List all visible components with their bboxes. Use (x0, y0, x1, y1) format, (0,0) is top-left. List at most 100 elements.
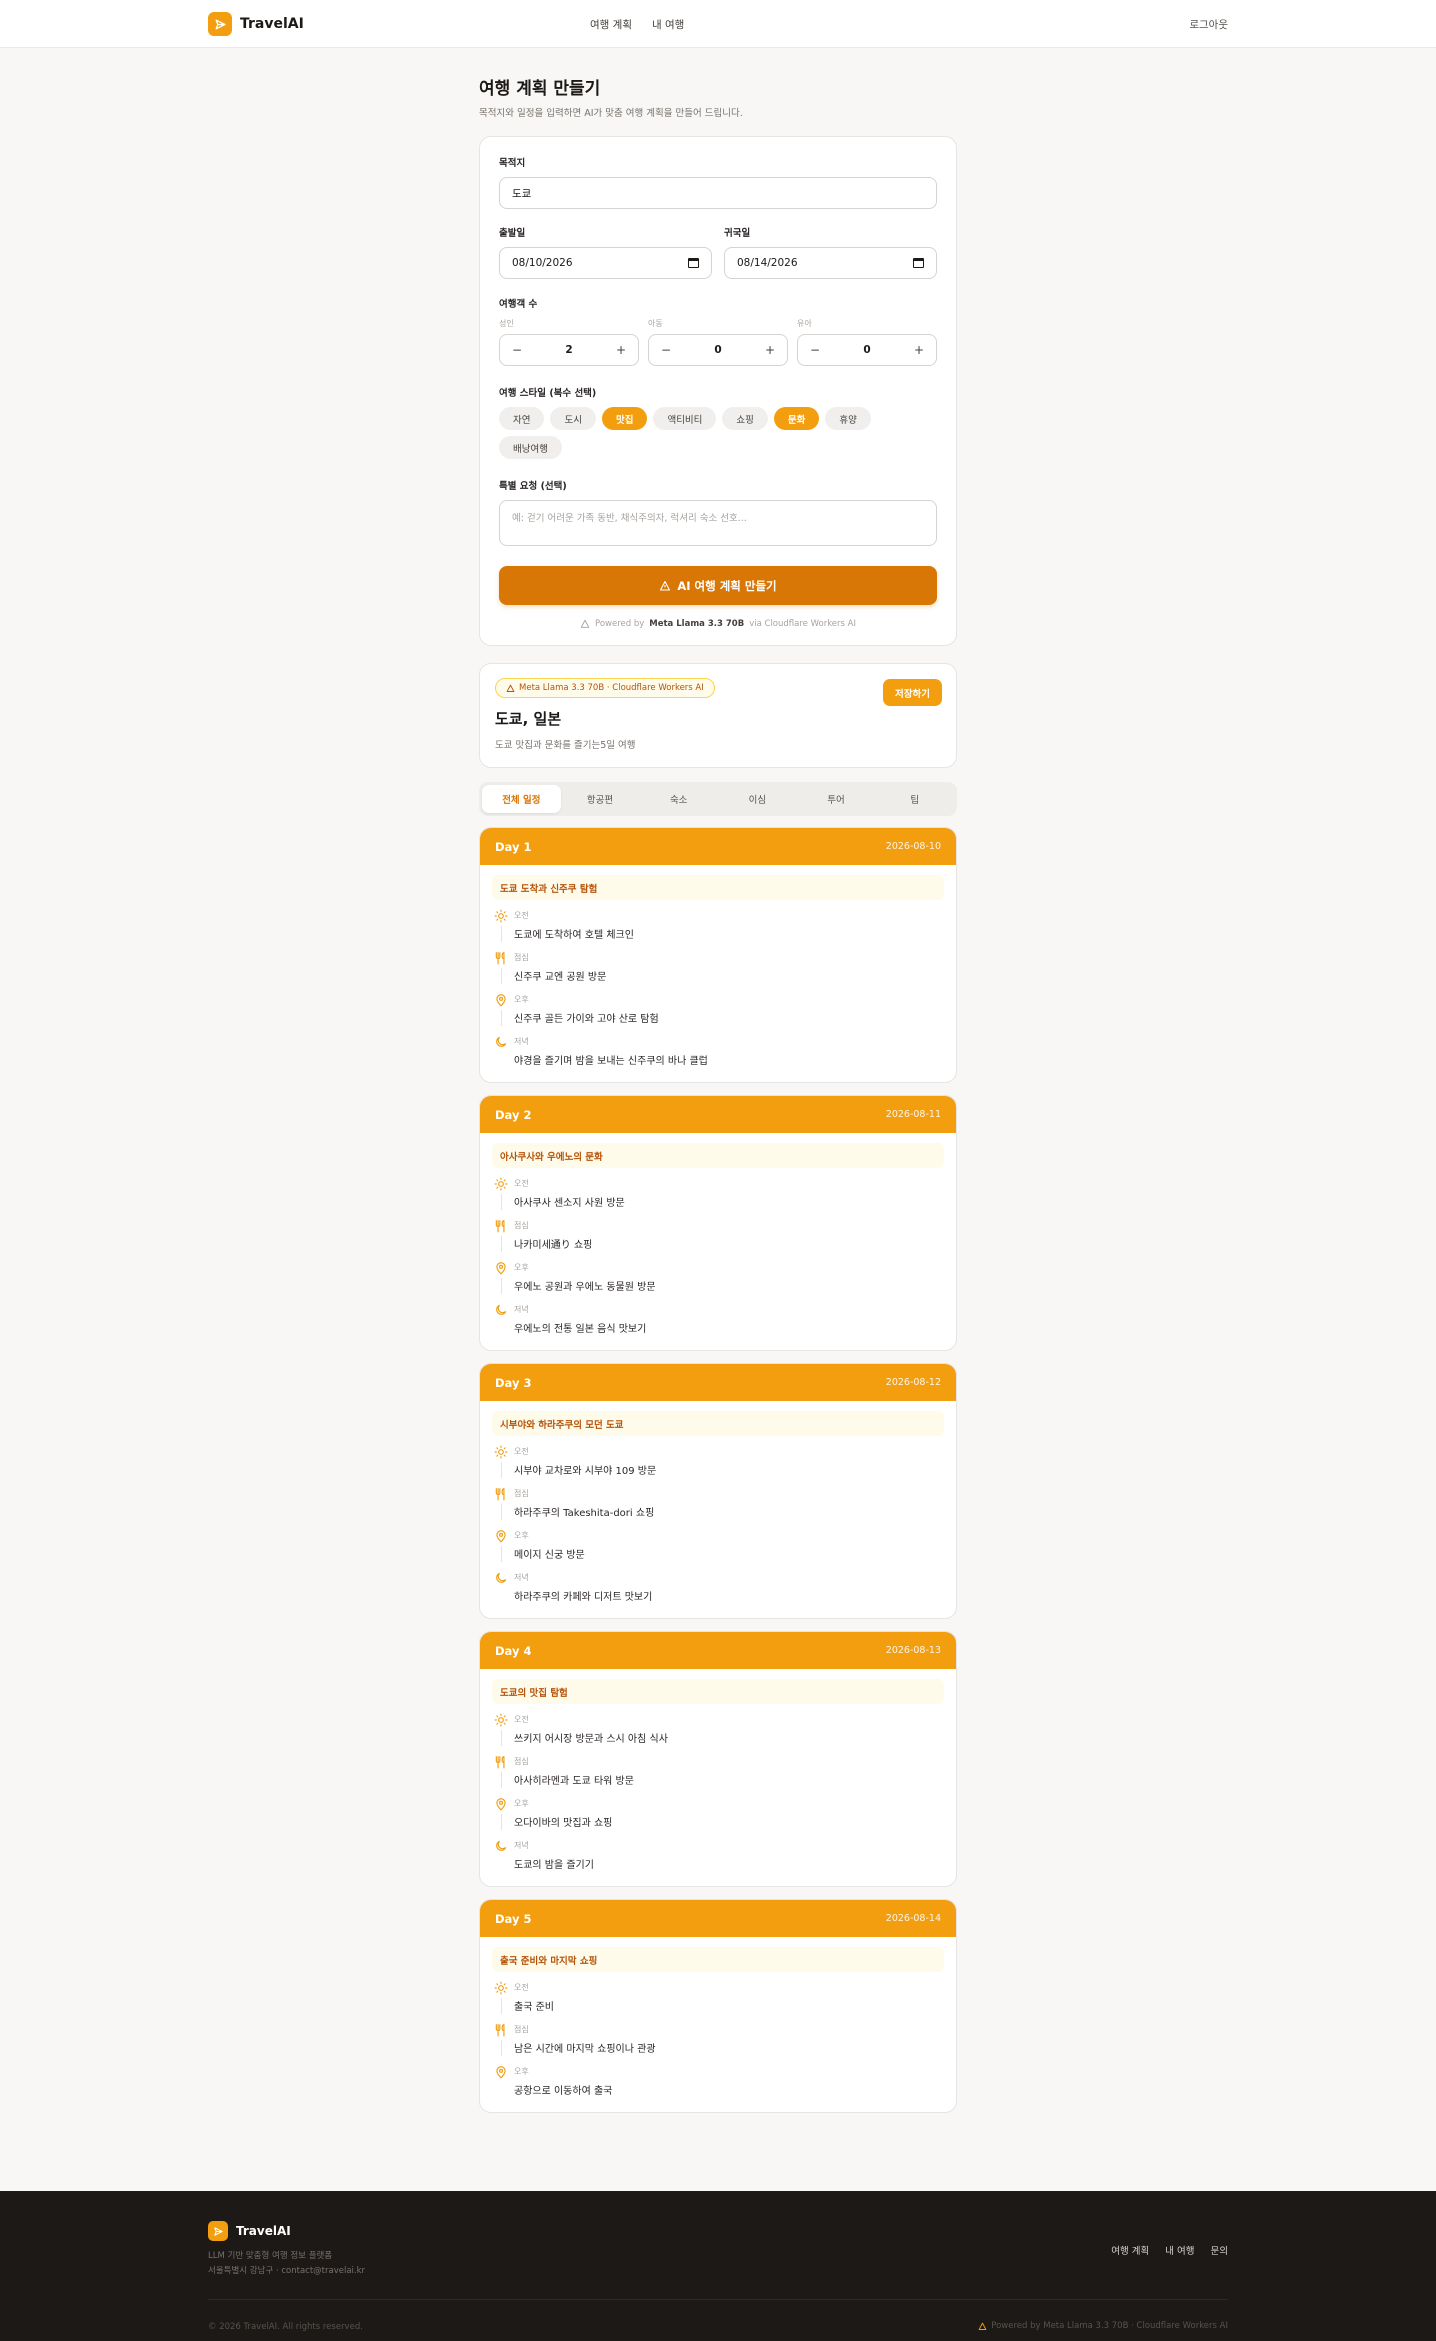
tab-2[interactable]: 숙소 (639, 785, 718, 813)
timeline-line (500, 1010, 502, 1026)
day-card: Day 2 2026-08-11 아사쿠사와 우에노의 문화 오전 아사쿠사 센소지 사… (479, 1095, 957, 1351)
brand-logo[interactable]: TravelAI (208, 12, 304, 36)
itinerary-slot: 오후 오다이바의 맛집과 쇼핑 (492, 1797, 944, 1830)
slot-text: 도쿄의 밤을 즐기기 (514, 1860, 594, 1871)
tab-5[interactable]: 팁 (875, 785, 954, 813)
day-theme: 도쿄의 맛집 탐험 (492, 1679, 944, 1704)
day-header: Day 2 2026-08-11 (480, 1096, 956, 1133)
timeline-line (500, 1194, 502, 1210)
top-navbar: TravelAI 여행 계획 내 여행 로그아웃 (0, 0, 1436, 48)
timeline-line (500, 1546, 502, 1562)
footer-link-plan[interactable]: 여행 계획 (1111, 2243, 1149, 2257)
itinerary-slot: 오후 우에노 공원과 우에노 동물원 방문 (492, 1261, 944, 1294)
day-label: Day 4 (495, 1643, 532, 1658)
children-value: 0 (714, 344, 722, 356)
utensils-icon (494, 1487, 508, 1501)
style-chip[interactable]: 쇼핑 (722, 407, 768, 430)
decrement-button[interactable]: − (660, 343, 672, 357)
generate-plan-label: AI 여행 계획 만들기 (677, 578, 777, 593)
itinerary-slot: 오후공항으로 이동하여 출국 (492, 2065, 944, 2098)
itinerary-slot: 점심 신주쿠 교엔 공원 방문 (492, 951, 944, 984)
style-chip[interactable]: 휴양 (825, 407, 871, 430)
increment-button[interactable]: + (615, 343, 627, 357)
moon-icon (494, 1571, 508, 1585)
map-pin-icon (494, 1797, 508, 1811)
generate-plan-button[interactable]: AI 여행 계획 만들기 (499, 566, 937, 605)
paper-plane-icon (208, 12, 232, 36)
day-date: 2026-08-11 (885, 1109, 941, 1120)
slot-time: 오후 (514, 995, 529, 1004)
destination-description: 도쿄 맛집과 문화를 즐기는5일 여행 (495, 740, 636, 751)
style-chip[interactable]: 문화 (773, 407, 820, 430)
depart-date-input[interactable]: 08/10/2026 (499, 247, 712, 279)
slot-time: 저녁 (514, 1573, 529, 1582)
ai-icon (978, 2322, 987, 2330)
day-header: Day 1 2026-08-10 (480, 828, 956, 865)
increment-button[interactable]: + (913, 343, 925, 357)
itinerary-slot: 오후 메이지 신궁 방문 (492, 1529, 944, 1562)
day-theme: 시부야와 하라주쿠의 모던 도쿄 (492, 1411, 944, 1436)
special-request-label: 특별 요청 (선택) (499, 481, 567, 492)
footer-link-contact[interactable]: 문의 (1211, 2243, 1228, 2257)
sun-icon (494, 1445, 508, 1459)
slot-time: 점심 (514, 1221, 529, 1230)
sparkle-icon (660, 580, 671, 591)
slot-text: 공항으로 이동하여 출국 (514, 2086, 613, 2097)
moon-icon (494, 1035, 508, 1049)
footer-powered: Powered by Meta Llama 3.3 70B · Cloudfla… (978, 2321, 1228, 2331)
day-date: 2026-08-14 (885, 1913, 941, 1924)
nav-link-my-trips[interactable]: 내 여행 (652, 17, 684, 32)
sun-icon (494, 909, 508, 923)
trip-form-card: 목적지 도쿄 출발일 08/10/2026 귀국일 08/14/2026 여행객… (479, 136, 957, 646)
result-tabs: 전체 일정 항공편 숙소 이심 투어 팁 (479, 782, 957, 816)
travel-style-chips: 자연 도시 맛집 액티비티 쇼핑 문화 휴양배낭여행 (499, 407, 937, 459)
slot-time: 오후 (514, 1263, 529, 1272)
style-chip[interactable]: 맛집 (601, 407, 648, 430)
slot-time: 오후 (514, 2067, 529, 2076)
infants-stepper: − 0 + (797, 334, 937, 366)
style-chip[interactable]: 도시 (550, 407, 596, 430)
tab-1[interactable]: 항공편 (561, 785, 640, 813)
slot-text: 출국 준비 (514, 2002, 554, 2013)
itinerary-slot: 점심 나카미세通り 쇼핑 (492, 1219, 944, 1252)
footer-brand[interactable]: TravelAI (208, 2221, 291, 2241)
nav-link-plan[interactable]: 여행 계획 (590, 17, 632, 32)
utensils-icon (494, 1219, 508, 1233)
style-chip[interactable]: 배낭여행 (499, 436, 562, 459)
save-button[interactable]: 저장하기 (883, 679, 942, 706)
slot-text: 남은 시간에 마지막 쇼핑이나 관광 (514, 2044, 656, 2055)
tab-0[interactable]: 전체 일정 (482, 785, 561, 813)
utensils-icon (494, 951, 508, 965)
calendar-icon[interactable] (688, 258, 699, 268)
special-request-textarea[interactable]: 예: 걷기 어려운 가족 동반, 채식주의자, 럭셔리 숙소 선호... (499, 500, 937, 546)
timeline-line (500, 1730, 502, 1746)
moon-icon (494, 1303, 508, 1317)
decrement-button[interactable]: − (809, 343, 821, 357)
utensils-icon (494, 2023, 508, 2037)
increment-button[interactable]: + (764, 343, 776, 357)
destination-label: 목적지 (499, 158, 526, 169)
return-date-input[interactable]: 08/14/2026 (724, 247, 937, 279)
slot-text: 신주쿠 교엔 공원 방문 (514, 972, 607, 983)
itinerary-slot: 점심 남은 시간에 마지막 쇼핑이나 관광 (492, 2023, 944, 2056)
footer-divider (208, 2299, 1228, 2300)
powered-prefix: Powered by (595, 619, 645, 629)
day-label: Day 2 (495, 1107, 532, 1122)
style-chip[interactable]: 액티비티 (653, 407, 717, 430)
tab-3[interactable]: 이심 (718, 785, 797, 813)
decrement-button[interactable]: − (511, 343, 523, 357)
slot-text: 야경을 즐기며 밤을 보내는 신주쿠의 바나 클럽 (514, 1056, 708, 1067)
slot-time: 오전 (514, 911, 529, 920)
adults-stepper: − 2 + (499, 334, 639, 366)
model-badge-text: Meta Llama 3.3 70B · Cloudflare Workers … (519, 683, 704, 693)
style-chip[interactable]: 자연 (499, 407, 545, 430)
calendar-icon[interactable] (913, 258, 924, 268)
logout-link[interactable]: 로그아웃 (1189, 17, 1228, 32)
main-content: 여행 계획 만들기 목적지와 일정을 입력하면 AI가 맞춤 여행 계획을 만들… (479, 48, 957, 2191)
return-date-value: 08/14/2026 (737, 257, 798, 269)
tab-4[interactable]: 투어 (797, 785, 876, 813)
day-theme: 출국 준비와 마지막 쇼핑 (492, 1947, 944, 1972)
footer-link-my-trips[interactable]: 내 여행 (1165, 2243, 1194, 2257)
powered-suffix: via Cloudflare Workers AI (749, 619, 856, 629)
destination-input[interactable]: 도쿄 (499, 177, 937, 209)
